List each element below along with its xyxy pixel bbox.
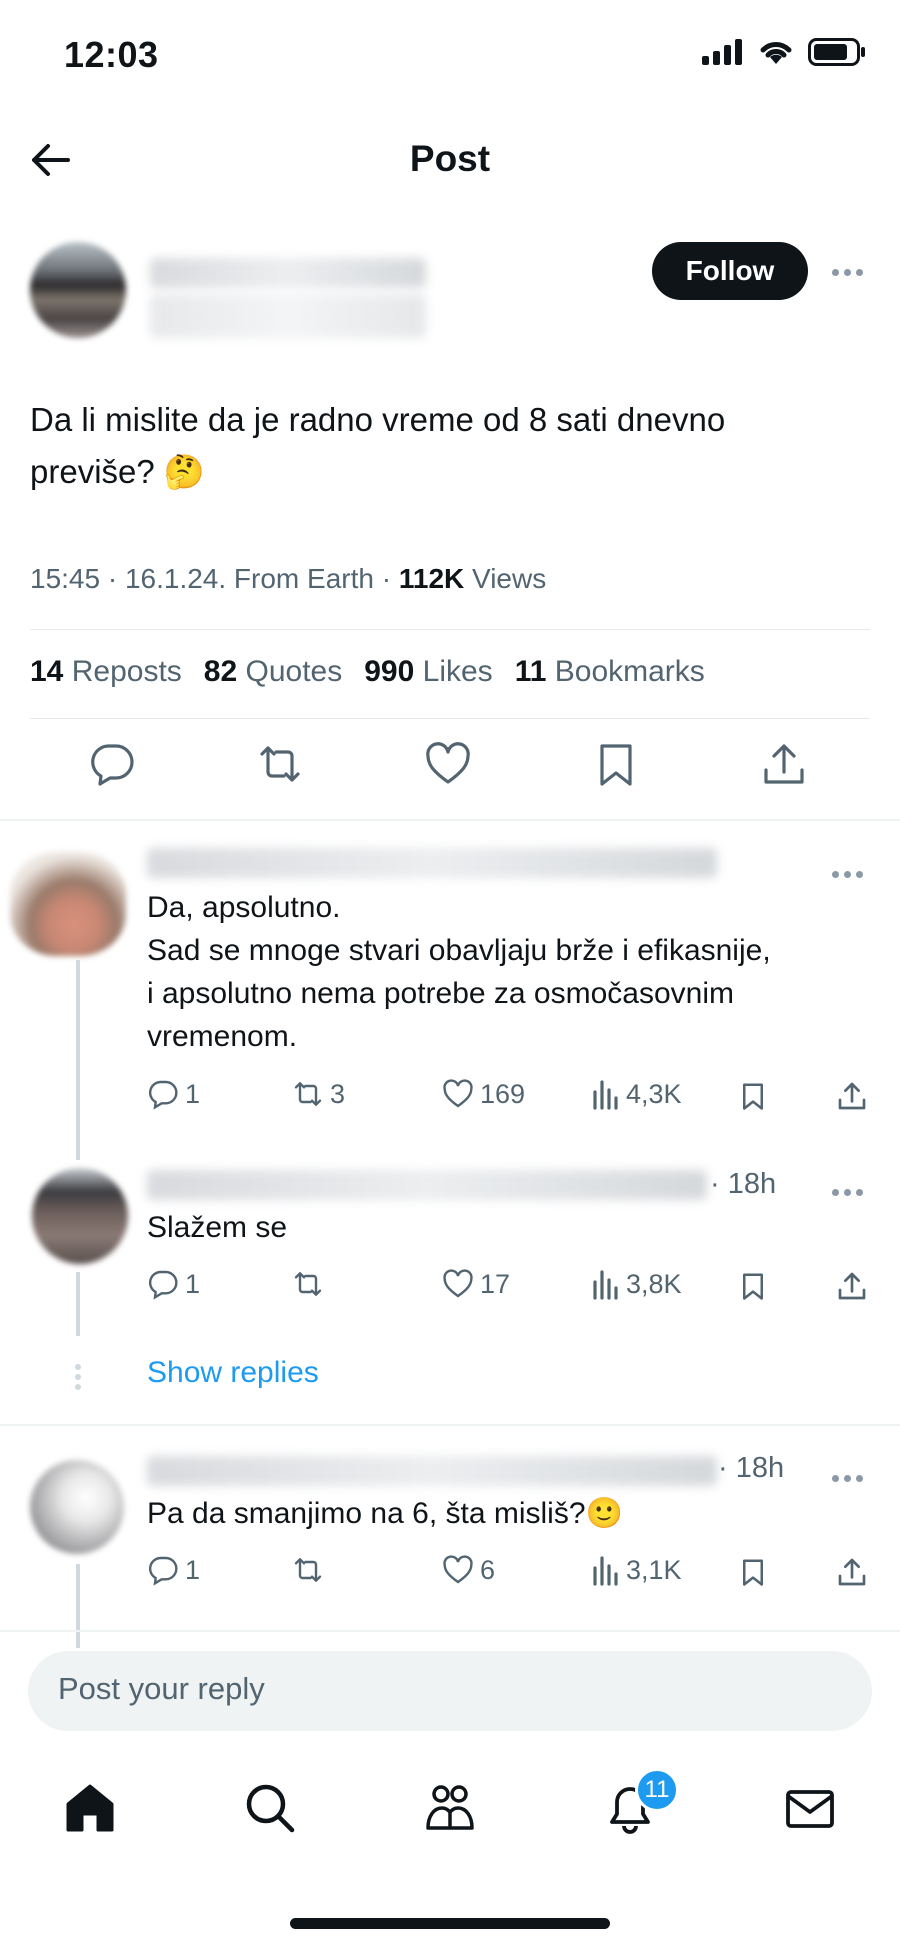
reply-views-button[interactable]: 3,1K bbox=[592, 1554, 682, 1586]
repost-icon bbox=[294, 1558, 322, 1582]
communities-icon[interactable] bbox=[420, 1778, 480, 1838]
reply-reply-button[interactable]: 1 bbox=[147, 1078, 200, 1110]
bookmarks-stat[interactable]: 11 Bookmarks bbox=[515, 655, 705, 689]
post-timestamp: 15:45 · 16.1.24. From Earth · bbox=[30, 563, 399, 594]
more-options-icon[interactable] bbox=[832, 864, 872, 884]
avatar[interactable] bbox=[30, 1460, 124, 1554]
reply-icon bbox=[149, 1556, 178, 1586]
reply-text: Pa da smanjimo na 6, šta misliš?🙂 bbox=[147, 1497, 623, 1530]
reply-author-redacted[interactable] bbox=[147, 848, 717, 878]
share-icon[interactable] bbox=[760, 740, 808, 788]
status-bar: 12:03 bbox=[0, 0, 900, 110]
like-icon bbox=[443, 1555, 473, 1584]
thread-line bbox=[76, 1564, 80, 1648]
post-text: Da li mislite da je radno vreme od 8 sat… bbox=[30, 394, 870, 498]
thread-dots bbox=[75, 1364, 81, 1390]
reply-icon bbox=[149, 1080, 178, 1110]
repost-icon[interactable] bbox=[256, 740, 304, 788]
post-meta: 15:45 · 16.1.24. From Earth · 112K Views bbox=[30, 563, 546, 595]
views-icon bbox=[593, 1080, 618, 1110]
search-icon[interactable] bbox=[240, 1778, 300, 1838]
bottom-tab-bar bbox=[0, 1760, 900, 1890]
like-icon[interactable] bbox=[424, 740, 472, 788]
views-icon bbox=[593, 1270, 618, 1300]
reposts-stat[interactable]: 14 Reposts bbox=[30, 655, 182, 689]
bookmark-icon[interactable] bbox=[738, 1270, 768, 1302]
reply-input[interactable] bbox=[58, 1671, 838, 1707]
likes-stat[interactable]: 990 Likes bbox=[364, 655, 492, 689]
battery-icon bbox=[808, 38, 865, 66]
reply-author-redacted[interactable] bbox=[147, 1456, 717, 1486]
views-label[interactable]: Views bbox=[464, 563, 546, 594]
divider bbox=[30, 718, 870, 719]
reply-time: · 18h bbox=[710, 1168, 777, 1200]
show-replies-link[interactable]: Show replies bbox=[147, 1356, 319, 1390]
avatar[interactable] bbox=[32, 1168, 128, 1264]
share-icon[interactable] bbox=[836, 1556, 868, 1588]
views-count: 112K bbox=[398, 563, 465, 594]
repost-icon bbox=[294, 1272, 322, 1296]
avatar[interactable] bbox=[10, 852, 126, 956]
author-handle-redacted bbox=[150, 294, 426, 338]
post-text-line: Da li mislite da je radno vreme od 8 sat… bbox=[30, 401, 726, 438]
post-author: Follow bbox=[0, 232, 900, 342]
divider bbox=[0, 819, 900, 821]
wifi-icon bbox=[760, 42, 792, 64]
like-icon bbox=[443, 1079, 473, 1108]
notifications-badge: 11 bbox=[635, 1768, 679, 1812]
page-title: Post bbox=[409, 138, 491, 179]
thread-line bbox=[76, 960, 80, 1160]
top-nav: Post bbox=[0, 110, 900, 210]
reply-like-button[interactable]: 17 bbox=[442, 1268, 510, 1300]
more-options-icon[interactable] bbox=[832, 1468, 872, 1488]
reply-repost-button[interactable] bbox=[292, 1554, 330, 1586]
reply-item[interactable]: · 18h Slažem se 1 17 3,8K bbox=[0, 1160, 900, 1360]
status-time: 12:03 bbox=[64, 34, 159, 75]
views-icon bbox=[593, 1556, 618, 1586]
reply-composer[interactable] bbox=[28, 1651, 872, 1731]
reply-views-button[interactable]: 3,8K bbox=[592, 1268, 682, 1300]
follow-button[interactable]: Follow bbox=[652, 242, 808, 300]
thread-line bbox=[76, 1272, 80, 1336]
reply-like-button[interactable]: 6 bbox=[442, 1554, 495, 1586]
share-icon[interactable] bbox=[836, 1270, 868, 1302]
reply-repost-button[interactable]: 3 bbox=[292, 1078, 345, 1110]
bookmark-icon[interactable] bbox=[592, 740, 640, 788]
post-stats: 14 Reposts 82 Quotes 990 Likes 11 Bookma… bbox=[30, 655, 705, 689]
share-icon[interactable] bbox=[836, 1080, 868, 1112]
reply-author-redacted[interactable] bbox=[147, 1170, 707, 1200]
repost-icon bbox=[294, 1082, 322, 1106]
bookmark-icon[interactable] bbox=[738, 1080, 768, 1112]
messages-envelope-icon[interactable] bbox=[780, 1778, 840, 1838]
reply-text: Da, apsolutno. Sad se mnoge stvari obavl… bbox=[147, 891, 771, 1053]
home-indicator bbox=[290, 1918, 610, 1929]
divider bbox=[30, 629, 870, 630]
quotes-stat[interactable]: 82 Quotes bbox=[204, 655, 342, 689]
cellular-signal-icon bbox=[702, 39, 742, 65]
post-text-line: previše? 🤔 bbox=[30, 453, 205, 490]
reply-views-button[interactable]: 4,3K bbox=[592, 1078, 682, 1110]
reply-time: · 18h bbox=[718, 1452, 785, 1484]
bookmark-icon[interactable] bbox=[738, 1556, 768, 1588]
reply-reply-button[interactable]: 1 bbox=[147, 1268, 200, 1300]
reply-like-button[interactable]: 169 bbox=[442, 1078, 525, 1110]
author-name-redacted[interactable] bbox=[150, 258, 426, 288]
home-icon[interactable] bbox=[60, 1778, 120, 1838]
more-options-icon[interactable] bbox=[832, 262, 872, 282]
divider bbox=[0, 1630, 900, 1632]
avatar[interactable] bbox=[30, 242, 126, 338]
more-options-icon[interactable] bbox=[832, 1182, 872, 1202]
reply-icon bbox=[149, 1270, 178, 1300]
post-actions bbox=[0, 740, 900, 800]
reply-item[interactable]: · 18h Pa da smanjimo na 6, šta misliš?🙂 … bbox=[0, 1446, 900, 1648]
like-icon bbox=[443, 1269, 473, 1298]
reply-item[interactable]: Da, apsolutno. Sad se mnoge stvari obavl… bbox=[0, 840, 900, 1170]
reply-icon[interactable] bbox=[88, 740, 136, 788]
status-icons bbox=[702, 38, 866, 66]
reply-repost-button[interactable] bbox=[292, 1268, 330, 1300]
divider bbox=[0, 1424, 900, 1426]
reply-reply-button[interactable]: 1 bbox=[147, 1554, 200, 1586]
reply-text: Slažem se bbox=[147, 1211, 288, 1244]
